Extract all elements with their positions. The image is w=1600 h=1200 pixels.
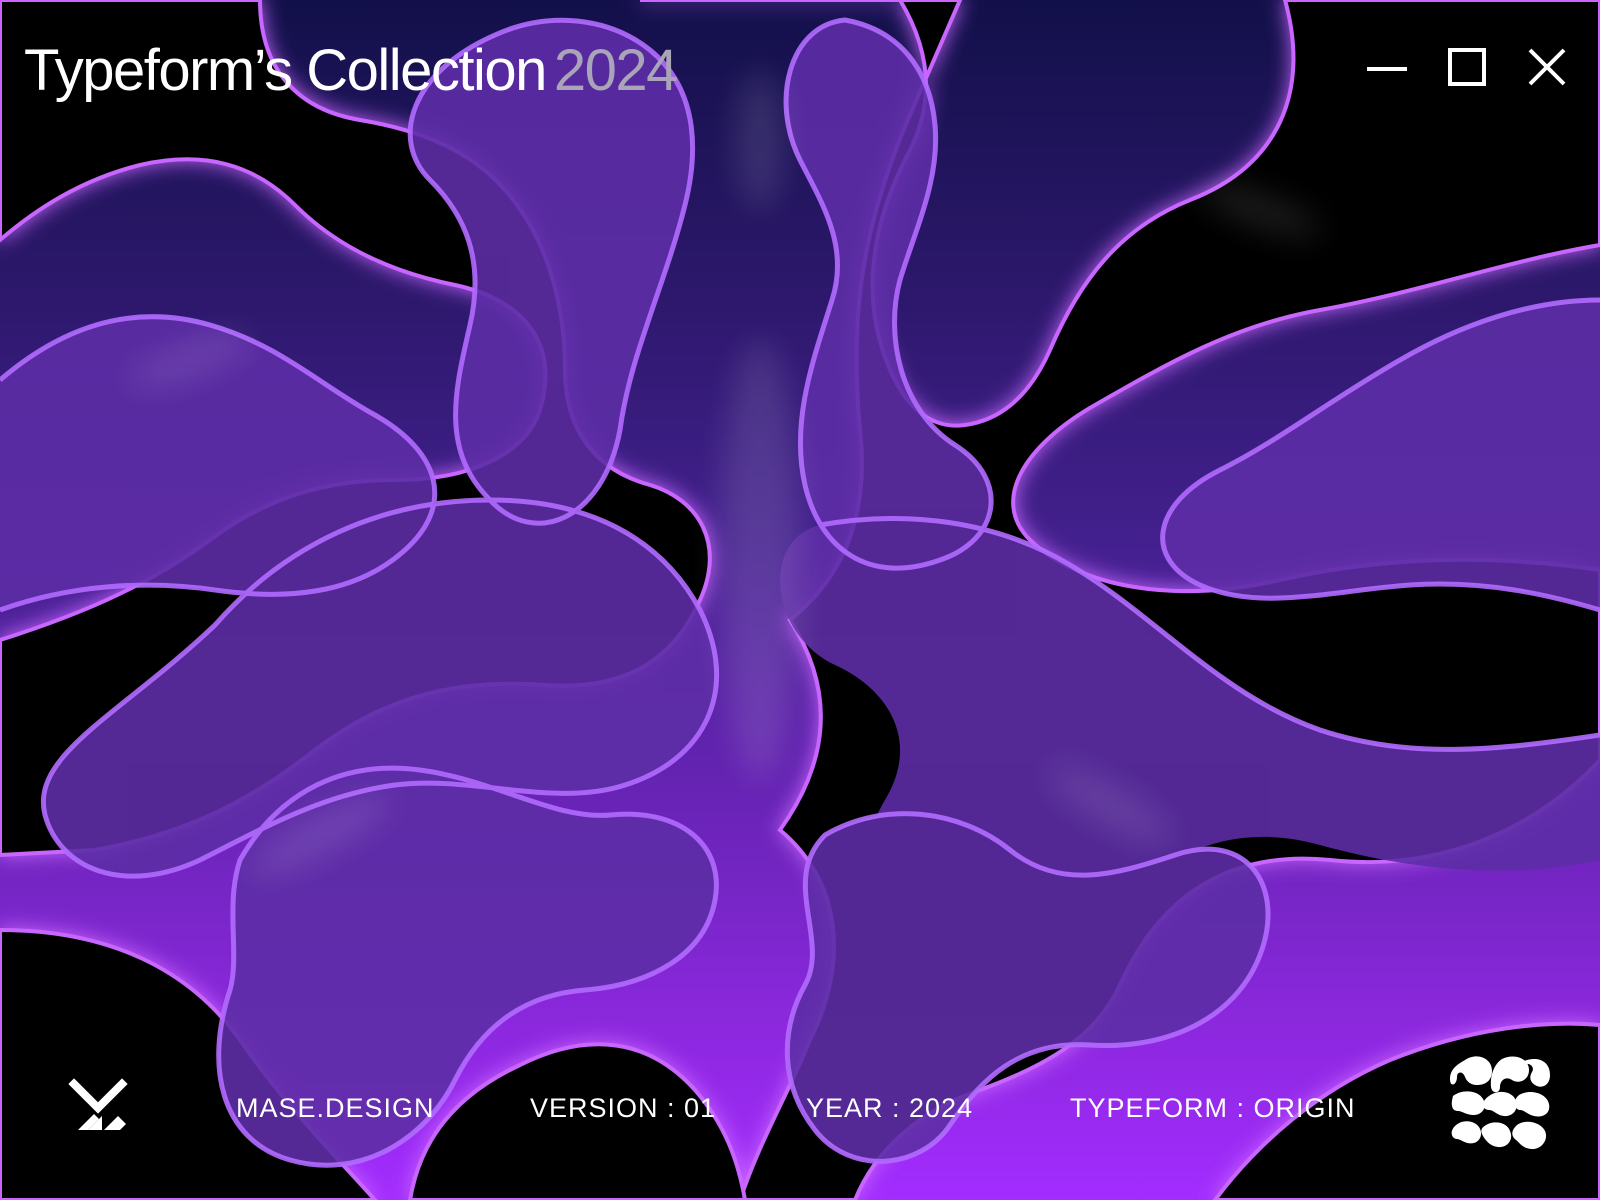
logo-mark-icon [1450, 1056, 1550, 1150]
close-icon[interactable] [1524, 44, 1570, 90]
window-title-year: 2024 [553, 38, 679, 103]
window-title: Typeform’s Collection 2024 [24, 38, 679, 104]
window-title-text: Typeform’s Collection [24, 38, 547, 103]
footer-bar: MASE.DESIGN VERSION : 01 YEAR : 2024 TYP… [0, 1054, 1600, 1154]
footer-version-label: VERSION : 01 [530, 1093, 717, 1123]
brand-mark-icon [68, 1078, 128, 1130]
footer-typeform-label: TYPEFORM : ORIGIN [1070, 1093, 1356, 1123]
maximize-icon[interactable] [1444, 44, 1490, 90]
footer-site-label: MASE.DESIGN [236, 1093, 435, 1123]
app-window: Typeform’s Collection 2024 MASE.DESIGN VE… [0, 0, 1600, 1200]
window-controls [1364, 44, 1570, 90]
minimize-icon[interactable] [1364, 44, 1410, 90]
blob-artwork [0, 0, 1600, 1200]
footer-year-label: YEAR : 2024 [806, 1093, 974, 1123]
window-titlebar: Typeform’s Collection 2024 [0, 0, 1600, 140]
